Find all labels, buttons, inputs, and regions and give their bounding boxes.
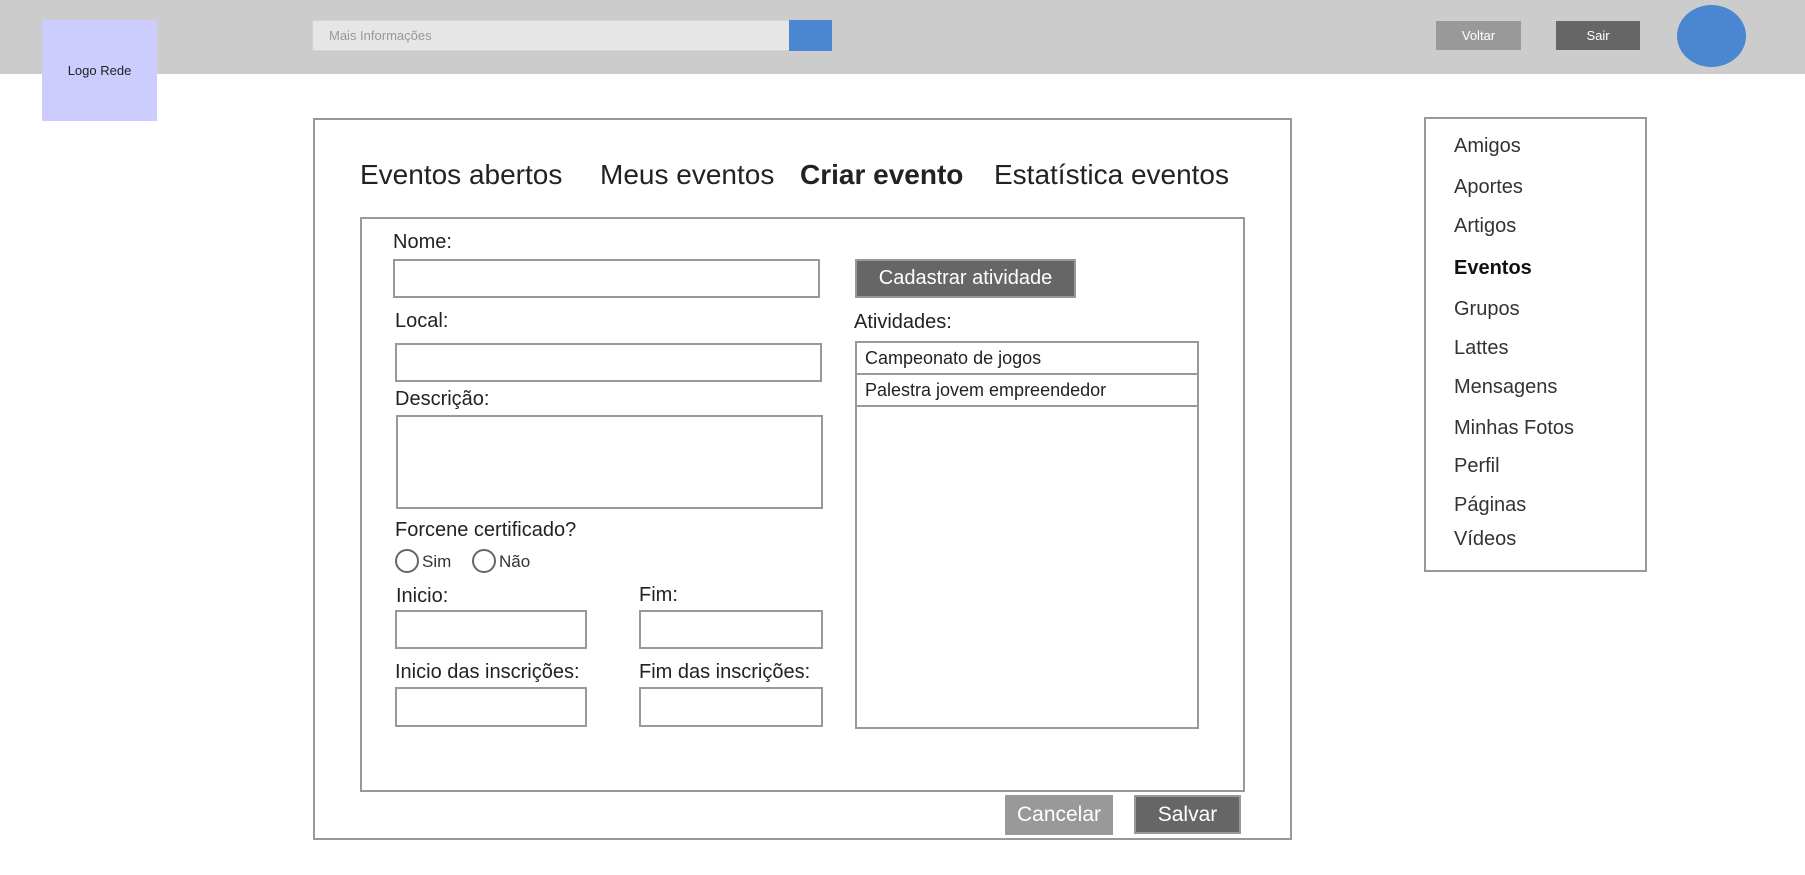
certificate-yes-radio[interactable] <box>395 549 419 573</box>
certificate-yes-label: Sim <box>422 552 452 571</box>
tab-my-events[interactable]: Meus eventos <box>600 159 774 191</box>
description-field[interactable] <box>396 415 823 509</box>
start-date-field[interactable] <box>395 610 587 649</box>
location-field[interactable] <box>395 343 822 382</box>
sidebar-item-videos[interactable]: Vídeos <box>1454 528 1516 551</box>
sidebar-item-amigos[interactable]: Amigos <box>1454 135 1521 158</box>
sidebar-item-aportes[interactable]: Aportes <box>1454 176 1523 199</box>
activities-label: Atividades: <box>854 311 952 333</box>
tab-create-event[interactable]: Criar evento <box>800 159 963 191</box>
sidebar-item-perfil[interactable]: Perfil <box>1454 455 1500 478</box>
certificate-label: Forcene certificado? <box>395 519 577 541</box>
sidebar-item-artigos[interactable]: Artigos <box>1454 215 1516 238</box>
sidebar-item-eventos[interactable]: Eventos <box>1454 257 1532 280</box>
list-item[interactable]: Palestra jovem empreendedor <box>857 375 1197 407</box>
sidebar-item-lattes[interactable]: Lattes <box>1454 337 1508 360</box>
sidebar-item-minhas-fotos[interactable]: Minhas Fotos <box>1454 417 1574 440</box>
back-button[interactable]: Voltar <box>1436 21 1521 50</box>
registration-start-field[interactable] <box>395 687 587 727</box>
end-date-field[interactable] <box>639 610 823 649</box>
start-label: Inicio: <box>396 585 449 607</box>
top-bar <box>0 0 1805 74</box>
activity-list[interactable]: Campeonato de jogos Palestra jovem empre… <box>855 341 1199 729</box>
save-button[interactable]: Salvar <box>1134 795 1241 834</box>
logo-text: Logo Rede <box>67 63 132 78</box>
tab-open-events[interactable]: Eventos abertos <box>360 159 562 191</box>
name-field[interactable] <box>393 259 820 298</box>
sidebar-item-paginas[interactable]: Páginas <box>1454 494 1526 517</box>
registration-end-field[interactable] <box>639 687 823 727</box>
location-label: Local: <box>395 310 449 332</box>
search-button[interactable] <box>789 20 832 51</box>
avatar[interactable] <box>1677 5 1746 67</box>
tab-event-statistics[interactable]: Estatística eventos <box>994 159 1229 191</box>
exit-button[interactable]: Sair <box>1556 21 1640 50</box>
logo[interactable]: Logo Rede <box>42 20 157 121</box>
register-activity-button[interactable]: Cadastrar atividade <box>855 259 1076 298</box>
list-item[interactable]: Campeonato de jogos <box>857 343 1197 375</box>
certificate-no-radio[interactable] <box>472 549 496 573</box>
registration-end-label: Fim das inscrições: <box>639 661 811 683</box>
cancel-button[interactable]: Cancelar <box>1005 795 1113 835</box>
certificate-no-label: Não <box>499 552 531 571</box>
name-label: Nome: <box>393 231 452 253</box>
search-input[interactable] <box>312 20 790 51</box>
description-label: Descrição: <box>395 388 490 410</box>
end-label: Fim: <box>639 584 678 606</box>
sidebar-item-mensagens[interactable]: Mensagens <box>1454 376 1557 399</box>
sidebar-item-grupos[interactable]: Grupos <box>1454 298 1520 321</box>
sidebar: Amigos Aportes Artigos Eventos Grupos La… <box>1424 117 1647 572</box>
registration-start-label: Inicio das inscrições: <box>395 661 580 683</box>
